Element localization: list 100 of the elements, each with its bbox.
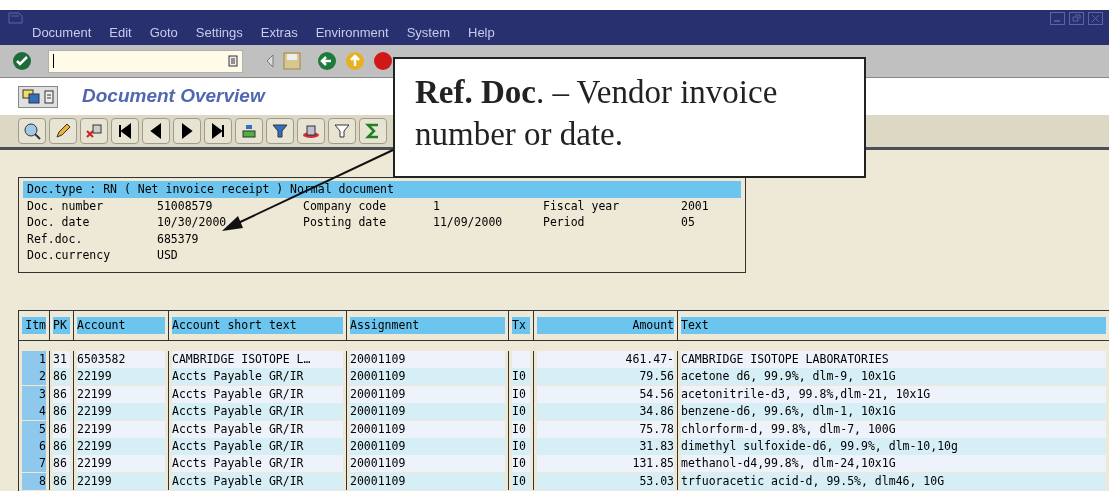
pencil-icon <box>55 123 71 139</box>
menu-item[interactable]: Edit <box>109 26 132 45</box>
table-cell: 53.03 <box>537 472 674 490</box>
table-cell: CAMBRIDGE ISOTOPE L… <box>172 350 343 368</box>
sort-button[interactable] <box>235 118 263 144</box>
callout-text: Ref. Doc. – Vendor invoice number or date. <box>415 74 778 152</box>
layout-button[interactable] <box>297 118 325 144</box>
table-cell: I0 <box>512 420 530 438</box>
field-label: Doc.currency <box>27 247 112 264</box>
table-cell: 20001109 <box>350 472 505 490</box>
filter-icon <box>334 123 350 139</box>
field-label: Company code <box>303 197 388 215</box>
navigation-button[interactable] <box>142 118 170 144</box>
table-cell: 22199 <box>77 385 165 403</box>
column-header[interactable]: Amount <box>537 317 674 334</box>
table-cell: chlorform-d, 99.8%, dlm-7, 100G <box>681 420 1106 438</box>
back-triangle-icon[interactable] <box>265 54 275 68</box>
hat-icon <box>302 123 320 139</box>
edit-button[interactable] <box>49 118 77 144</box>
table-cell: 75.78 <box>537 420 674 438</box>
table-cell: acetonitrile-d3, 99.8%,dlm-21, 10x1G <box>681 385 1106 403</box>
table-cell: I0 <box>512 472 530 490</box>
column-header[interactable]: Text <box>681 317 1106 334</box>
table-cell: 86 <box>53 472 70 490</box>
table-cell: I0 <box>512 385 530 403</box>
table-cell: 4 <box>22 403 46 421</box>
table-cell: Accts Payable GR/IR <box>172 455 343 473</box>
table-cell: 22199 <box>77 368 165 386</box>
table-cell: 20001109 <box>350 368 505 386</box>
field-value: 51008579 <box>157 197 214 215</box>
check-icon[interactable] <box>12 51 32 71</box>
table-cell: benzene-d6, 99.6%, dlm-1, 10x1G <box>681 403 1106 421</box>
table-cell: 86 <box>53 403 70 421</box>
table-cell: 3 <box>22 385 46 403</box>
document-icon[interactable] <box>44 89 54 104</box>
table-cell: 6503582 <box>77 350 165 368</box>
field-label: Doc. date <box>27 214 91 231</box>
table-cell: 20001109 <box>350 420 505 438</box>
magnifier-icon <box>23 122 41 140</box>
table-cell: Accts Payable GR/IR <box>172 420 343 438</box>
table-cell: 86 <box>53 385 70 403</box>
column-header[interactable]: PK <box>53 317 70 334</box>
menu-item[interactable]: Help <box>468 26 495 45</box>
total-button[interactable] <box>359 118 387 144</box>
menu-item[interactable]: Document <box>32 26 92 45</box>
field-value: 2001 <box>681 197 710 215</box>
column-header[interactable]: Account <box>77 317 165 334</box>
field-value: USD <box>157 247 179 264</box>
table-cell: I0 <box>512 368 530 386</box>
field-label: Ref.doc. <box>27 230 84 248</box>
menu-item[interactable]: Goto <box>149 26 178 45</box>
delete-icon <box>85 123 103 139</box>
table-cell: I0 <box>512 455 530 473</box>
table-cell: 54.56 <box>537 385 674 403</box>
menu-item[interactable]: Extras <box>260 26 298 45</box>
field-value: 10/30/2000 <box>157 214 228 231</box>
table-cell: 5 <box>22 420 46 438</box>
table-cell: trfuoracetic acid-d, 99.5%, dlm46, 10G <box>681 472 1106 490</box>
table-cell: 79.56 <box>537 368 674 386</box>
table-cell: 20001109 <box>350 350 505 368</box>
screen-buttons[interactable] <box>18 85 58 108</box>
menu-item[interactable]: Environment <box>315 26 389 45</box>
display-icon[interactable] <box>22 88 40 105</box>
table-cell: 22199 <box>77 403 165 421</box>
table-cell: 86 <box>53 368 70 386</box>
field-label: Period <box>543 214 586 231</box>
column-header[interactable]: Account short text <box>172 317 343 334</box>
field-value: 11/09/2000 <box>433 214 504 231</box>
navigation-button[interactable] <box>204 118 232 144</box>
dropdown-icon[interactable] <box>228 55 238 67</box>
table-cell: 31 <box>53 350 70 368</box>
sort-button[interactable] <box>266 118 294 144</box>
field-value: 1 <box>433 197 441 215</box>
command-field[interactable] <box>48 49 243 73</box>
table-cell <box>512 350 530 368</box>
screen-title: Document Overview <box>82 84 265 109</box>
table-cell: 1 <box>22 350 46 368</box>
table-cell: 20001109 <box>350 455 505 473</box>
navigation-button[interactable] <box>111 118 139 144</box>
delete-button[interactable] <box>80 118 108 144</box>
column-header[interactable]: Assignment <box>350 317 505 334</box>
column-header[interactable]: Tx <box>512 317 530 334</box>
sigma-icon <box>365 123 381 139</box>
column-header[interactable]: Itm <box>22 317 46 334</box>
navigation-button[interactable] <box>173 118 201 144</box>
table-cell: 20001109 <box>350 385 505 403</box>
table-cell: 22199 <box>77 455 165 473</box>
field-label: Doc. number <box>27 197 105 215</box>
filter-button[interactable] <box>328 118 356 144</box>
detail-button[interactable] <box>18 118 46 144</box>
field-value: 685379 <box>157 230 200 248</box>
menu-item[interactable]: System <box>406 26 450 45</box>
cancel-icon[interactable] <box>373 51 393 71</box>
menu-item[interactable]: Settings <box>195 26 243 45</box>
table-cell: 22199 <box>77 472 165 490</box>
table-cell: 2 <box>22 368 46 386</box>
table-cell: Accts Payable GR/IR <box>172 472 343 490</box>
table-cell: 86 <box>53 455 70 473</box>
back-icon[interactable] <box>317 51 337 71</box>
window-icon <box>8 12 26 24</box>
